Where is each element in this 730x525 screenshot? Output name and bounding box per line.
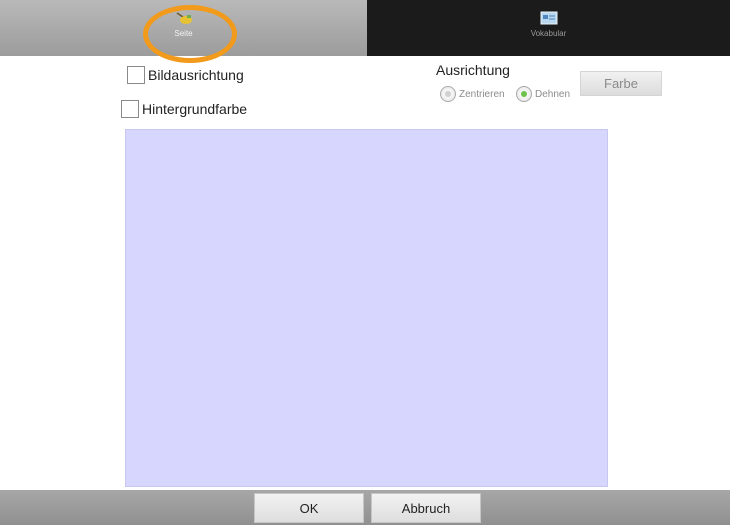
tab-vokabular-label: Vokabular [530,29,567,38]
radio-dehnen-label: Dehnen [535,88,571,100]
radio-zentrieren-button[interactable] [440,86,456,102]
background-color-label: Hintergrundfarbe [142,101,248,117]
tab-bar: Seite Vokabular [0,0,730,56]
color-button[interactable]: Farbe [580,71,662,96]
radio-zentrieren[interactable]: Zentrieren [440,86,505,102]
radio-dehnen-dot [521,91,527,97]
ok-button[interactable]: OK [254,493,364,523]
tab-seite[interactable]: Seite [0,0,367,56]
page-pencil-icon [176,12,192,24]
image-alignment-option[interactable]: Bildausrichtung [127,66,244,84]
tab-seite-label: Seite [174,29,193,38]
radio-dehnen-button[interactable] [516,86,532,102]
background-color-checkbox[interactable] [121,100,139,118]
radio-zentrieren-label: Zentrieren [459,88,505,100]
radio-dehnen[interactable]: Dehnen [516,86,570,102]
radio-zentrieren-dot [445,91,451,97]
cancel-button[interactable]: Abbruch [371,493,481,523]
background-preview [125,129,608,487]
background-color-option[interactable]: Hintergrundfarbe [121,100,247,118]
image-alignment-label: Bildausrichtung [148,67,244,83]
alignment-title: Ausrichtung [436,62,510,78]
vocabulary-card-icon [540,11,557,25]
tab-vokabular[interactable]: Vokabular [367,0,730,56]
bottom-bar [0,490,730,525]
image-alignment-checkbox[interactable] [127,66,145,84]
